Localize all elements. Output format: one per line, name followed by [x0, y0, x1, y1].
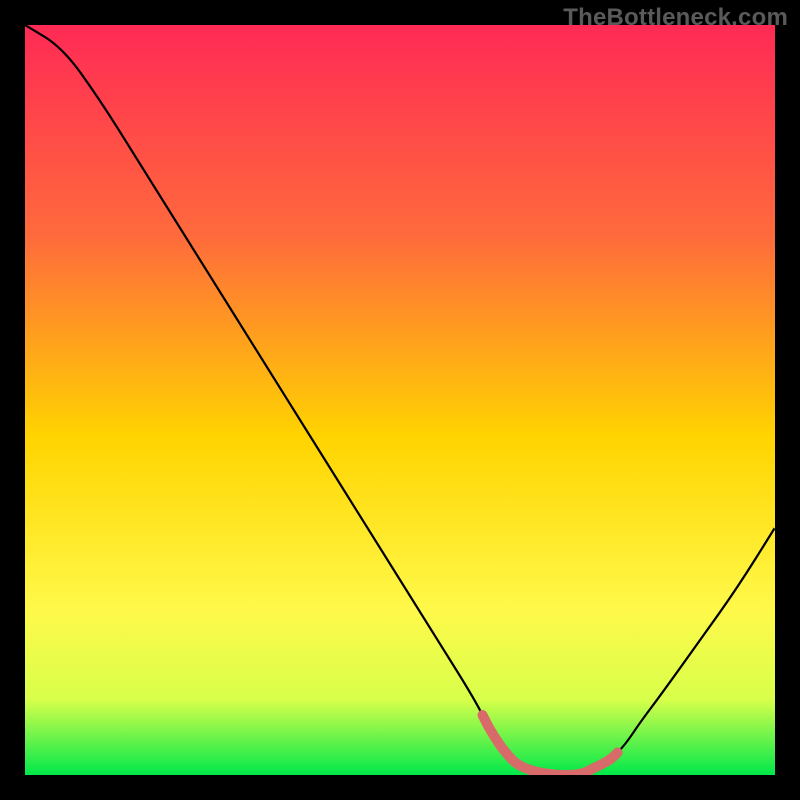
plot-background — [25, 25, 775, 775]
watermark-text: TheBottleneck.com — [563, 4, 788, 32]
bottleneck-plot — [25, 25, 775, 775]
chart-frame: TheBottleneck.com — [0, 0, 800, 800]
